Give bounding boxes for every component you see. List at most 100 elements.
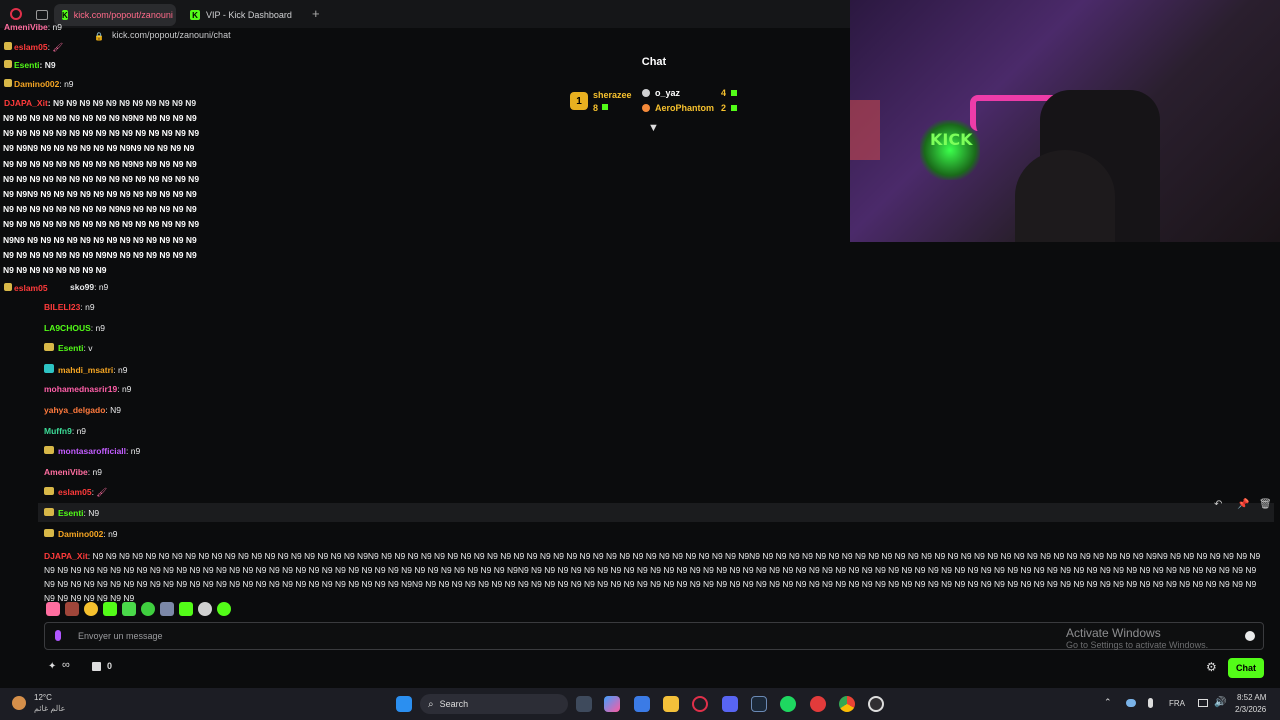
message-text: : n9	[59, 79, 74, 89]
app-icon[interactable]	[810, 696, 826, 712]
username[interactable]: Esenti	[58, 343, 84, 353]
chat-message: DJAPA_Xit: N9 N9 N9 N9 N9 N9 N9 N9 N9 N9…	[4, 98, 196, 108]
taskbar-search[interactable]: ⌕ Search	[420, 694, 568, 714]
username[interactable]: eslam05	[14, 42, 48, 52]
tray-chevron-icon[interactable]: ⌃	[1104, 697, 1112, 708]
emote-kick-icon[interactable]	[179, 602, 193, 616]
username[interactable]: Damino002	[58, 529, 103, 539]
weather-icon	[12, 696, 26, 710]
settings-gear-icon[interactable]: ⚙	[1206, 660, 1217, 674]
hovered-message-row[interactable]	[38, 503, 1274, 522]
username[interactable]: Damino002	[14, 79, 59, 89]
obs-icon[interactable]	[868, 696, 884, 712]
opera-icon[interactable]	[692, 696, 708, 712]
spotify-icon[interactable]	[780, 696, 796, 712]
network-icon[interactable]	[1198, 699, 1208, 707]
tab-kick-dashboard[interactable]: K VIP - Kick Dashboard	[182, 4, 312, 26]
chrome-icon[interactable]	[839, 696, 855, 712]
username[interactable]: Esenti	[58, 508, 84, 518]
store-icon[interactable]	[634, 696, 650, 712]
pinned-toggle-icon[interactable]: ▼	[648, 122, 659, 134]
gift-box-icon[interactable]	[92, 662, 101, 671]
weather-temp: 12°C	[34, 693, 52, 702]
chat-message: mahdi_msatri: n9	[44, 364, 127, 375]
chat-message: eslam05	[4, 283, 48, 293]
file-explorer-icon[interactable]	[663, 696, 679, 712]
chat-send-button[interactable]: Chat	[1228, 658, 1264, 678]
username[interactable]: yahya_delgado	[44, 405, 105, 415]
tray-cloud-icon[interactable]	[1126, 699, 1136, 707]
leaderboard-second-count: 4	[721, 88, 727, 98]
language-indicator[interactable]: FRA	[1169, 699, 1185, 708]
badge-icon	[44, 343, 54, 351]
spam-line: N9N9 N9 N9 N9 N9 N9 N9 N9 N9 N9 N9 N9 N9…	[3, 234, 197, 245]
emote-skull-icon[interactable]	[198, 602, 212, 616]
chat-message: montasarofficiall: n9	[44, 446, 140, 456]
leaderboard-second-name[interactable]: o_yaz	[655, 88, 680, 98]
spam-line: N9 N9 N9 N9 N9 N9 N9 N9 N9 N9 N9 N9 N9 N…	[3, 219, 200, 230]
chat-message: AmeniVibe: n9	[44, 467, 102, 477]
emote-bar	[46, 602, 231, 616]
emote-face-icon[interactable]	[84, 602, 98, 616]
leaderboard-first-name[interactable]: sherazee	[593, 90, 632, 100]
webcam-overlay: KICK	[850, 0, 1280, 242]
username[interactable]: DJAPA_Xit	[44, 551, 88, 561]
message-text: :	[91, 487, 94, 497]
windows-start-icon[interactable]	[396, 696, 412, 712]
emote-brush-icon[interactable]	[46, 602, 60, 616]
task-view-icon[interactable]	[576, 696, 592, 712]
volume-icon[interactable]: 🔊	[1214, 697, 1226, 708]
spam-line: N9 N9 N9 N9 N9 N9 N9 N9 N9N9 N9 N9 N9 N9…	[3, 204, 197, 215]
spam-line: N9 N9 N9 N9 N9 N9 N9 N9N9 N9 N9 N9 N9 N9…	[3, 249, 197, 260]
emote-kick-icon[interactable]	[103, 602, 117, 616]
mod-badge-icon	[642, 104, 650, 112]
new-tab-button[interactable]: +	[312, 6, 320, 21]
discord-icon[interactable]	[722, 696, 738, 712]
mic-icon[interactable]	[55, 630, 61, 641]
spam-line: N9 N9N9 N9 N9 N9 N9 N9 N9 N9 N9 N9 N9 N9…	[3, 189, 197, 200]
emote-kick-icon[interactable]	[122, 602, 136, 616]
username[interactable]: Muffn9	[44, 426, 72, 436]
tray-mic-icon[interactable]	[1148, 698, 1153, 708]
workspaces-icon[interactable]	[36, 10, 48, 20]
emote-image-icon[interactable]	[65, 602, 79, 616]
clock-date[interactable]: 2/3/2026	[1235, 705, 1266, 714]
username[interactable]: LA9CHOUS	[44, 323, 91, 333]
chat-message: AmeniVibe: n9	[4, 22, 62, 32]
message-text: :	[47, 42, 50, 52]
emote-person-icon[interactable]	[160, 602, 174, 616]
emoji-picker-icon[interactable]	[1245, 631, 1255, 641]
rank-badge: 1	[570, 92, 588, 110]
gift-icon	[731, 105, 737, 111]
chat-message: Esenti: N9	[44, 508, 99, 518]
emote-kick-icon[interactable]	[217, 602, 231, 616]
chat-message: Esenti: N9	[4, 60, 56, 70]
copilot-icon[interactable]	[604, 696, 620, 712]
username[interactable]: mohamednasrir19	[44, 384, 117, 394]
search-icon: ⌕	[428, 698, 434, 710]
username[interactable]: BILELI23	[44, 302, 80, 312]
username[interactable]: eslam05	[14, 283, 48, 293]
chat-message: mohamednasrir19: n9	[44, 384, 131, 394]
delete-icon[interactable]: 🗑	[1259, 499, 1272, 510]
username[interactable]: sko99	[70, 282, 94, 292]
pin-message-icon[interactable]: 📌	[1237, 499, 1249, 510]
tab-kick-popout[interactable]: K kick.com/popout/zanouni	[54, 4, 176, 26]
username[interactable]: DJAPA_Xit	[4, 98, 48, 108]
chat-message: Muffn9: n9	[44, 426, 86, 436]
username[interactable]: mahdi_msatri	[58, 365, 113, 375]
reply-icon[interactable]: ↶	[1214, 499, 1222, 510]
username[interactable]: AmeniVibe	[44, 467, 88, 477]
username[interactable]: AmeniVibe	[4, 22, 48, 32]
leaderboard-third-name[interactable]: AeroPhantom	[655, 103, 714, 113]
username[interactable]: montasarofficiall	[58, 446, 126, 456]
clock-time[interactable]: 8:52 AM	[1237, 693, 1266, 702]
address-bar[interactable]: kick.com/popout/zanouni/chat	[112, 30, 231, 40]
steam-icon[interactable]	[751, 696, 767, 712]
username[interactable]: eslam05	[58, 487, 92, 497]
emote-kick-icon[interactable]	[141, 602, 155, 616]
points-value: ∞	[62, 659, 70, 671]
leaderboard-third-count: 2	[721, 103, 727, 113]
opera-logo-icon[interactable]	[10, 8, 22, 20]
username[interactable]: Esenti	[14, 60, 40, 70]
